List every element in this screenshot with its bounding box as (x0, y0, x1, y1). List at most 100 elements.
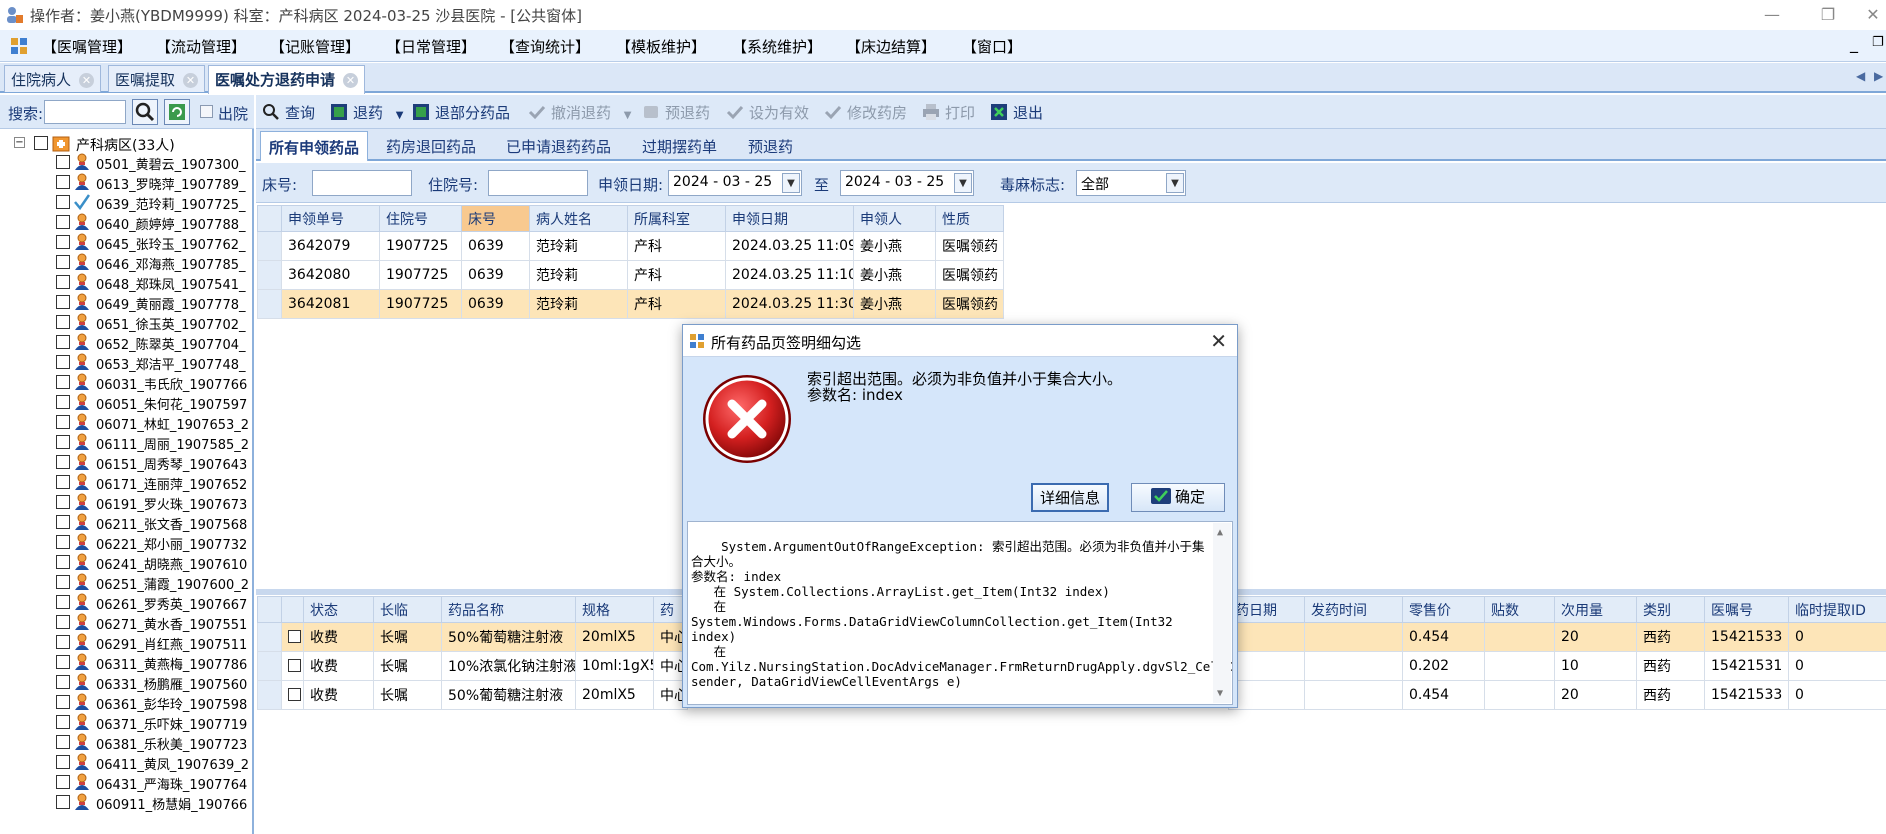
pre-return-button[interactable]: 预退药 (642, 102, 710, 123)
tree-checkbox[interactable] (56, 355, 70, 369)
exception-detail-textbox[interactable]: System.ArgumentOutOfRangeException: 索引超出… (687, 521, 1233, 705)
tree-checkbox[interactable] (34, 136, 48, 150)
table-cell[interactable]: 20mlX5 (575, 680, 654, 710)
table-cell[interactable] (1304, 622, 1403, 652)
patient-tree-item[interactable]: 06411_黄凤_1907639_2 (56, 752, 252, 773)
table-cell[interactable] (1228, 651, 1305, 681)
row-header[interactable] (257, 289, 282, 319)
tree-checkbox[interactable] (56, 655, 70, 669)
tab-pre-return[interactable]: 预退药 (740, 131, 801, 161)
table-cell[interactable]: 西药 (1636, 622, 1705, 652)
table-cell[interactable]: 西药 (1636, 680, 1705, 710)
patient-tree-item[interactable]: 06371_乐吓妹_1907719 (56, 712, 252, 733)
patient-tree-item[interactable]: 06071_林虹_1907653_2 (56, 412, 252, 433)
patient-tree-item[interactable]: 06311_黄燕梅_1907786 (56, 652, 252, 673)
ok-button[interactable]: 确定 (1131, 483, 1225, 512)
row-header[interactable] (257, 260, 282, 290)
tab-scroll-right-icon[interactable]: ▶ (1874, 69, 1883, 83)
tree-checkbox[interactable] (56, 195, 70, 209)
patient-tree-item[interactable]: 06361_彭华玲_1907598 (56, 692, 252, 713)
tree-checkbox[interactable] (56, 435, 70, 449)
collapse-icon[interactable]: − (14, 137, 25, 148)
table-cell[interactable]: 0.202 (1402, 651, 1485, 681)
tab-inpatients[interactable]: 住院病人 ✕ (4, 65, 102, 92)
col-dose-count[interactable]: 贴数 (1484, 596, 1555, 623)
mdi-minimize-button[interactable]: _ (1850, 34, 1858, 53)
set-valid-button[interactable]: 设为有效 (726, 102, 809, 123)
col-temp-extract-id[interactable]: 临时提取ID (1788, 596, 1886, 623)
close-window-button[interactable]: ✕ (1860, 3, 1886, 27)
tree-checkbox[interactable] (56, 395, 70, 409)
row-header[interactable] (257, 680, 282, 710)
patient-tree-item[interactable]: 0501_黄碧云_1907300_ (56, 152, 252, 173)
col-long-temp[interactable]: 长临 (373, 596, 442, 623)
table-cell[interactable]: 0639 (461, 231, 530, 261)
patient-tree-item[interactable]: 06211_张文香_1907568 (56, 512, 252, 533)
tree-checkbox[interactable] (56, 315, 70, 329)
tab-applied-return[interactable]: 已申请退药药品 (498, 131, 619, 161)
table-row[interactable]: 3642080 1907725 0639 范玲莉 产科 2024.03.25 11:10 姜… (257, 260, 1004, 290)
table-cell[interactable]: 0 (1788, 622, 1886, 652)
table-row[interactable]: 3642079 1907725 0639 范玲莉 产科 2024.03.25 11:09 姜… (257, 231, 1004, 261)
tree-checkbox[interactable] (56, 575, 70, 589)
table-cell[interactable]: 收费 (303, 622, 374, 652)
table-cell[interactable] (1484, 651, 1555, 681)
table-cell[interactable] (1484, 622, 1555, 652)
col-status[interactable]: 状态 (303, 596, 374, 623)
tree-checkbox[interactable] (56, 275, 70, 289)
table-cell[interactable]: 10%浓氯化钠注射液 (441, 651, 576, 681)
patient-tree-item[interactable]: 0649_黄丽霞_1907778_ (56, 292, 252, 313)
table-cell[interactable]: 产科 (627, 289, 726, 319)
tab-scroll-left-icon[interactable]: ◀ (1856, 69, 1865, 83)
table-cell[interactable] (1228, 622, 1305, 652)
menu-window[interactable]: 【窗口】 (962, 36, 1022, 57)
col-patient-name[interactable]: 病人姓名 (529, 205, 628, 232)
close-icon[interactable]: ✕ (183, 73, 199, 88)
tree-checkbox[interactable] (56, 155, 70, 169)
scroll-down-icon[interactable]: ▼ (1217, 686, 1223, 701)
tree-checkbox[interactable] (56, 455, 70, 469)
table-cell[interactable]: 产科 (627, 260, 726, 290)
table-cell[interactable]: 收费 (303, 651, 374, 681)
patient-tree-item[interactable]: 06221_郑小丽_1907732 (56, 532, 252, 553)
row-select-cell[interactable] (281, 622, 304, 652)
patient-tree-item[interactable]: 06291_肖红燕_1907511 (56, 632, 252, 653)
patient-tree-item[interactable]: 0651_徐玉英_1907702_ (56, 312, 252, 333)
table-cell[interactable]: 2024.03.25 11:30 (725, 289, 854, 319)
table-row[interactable]: 0.202 10 西药 15421531 0 (1228, 651, 1886, 681)
table-cell[interactable]: 长嘱 (373, 680, 442, 710)
patient-tree-item[interactable]: 0645_张玲玉_1907762_ (56, 232, 252, 253)
table-cell[interactable]: 医嘱领药 (935, 260, 1004, 290)
row-header[interactable] (257, 231, 282, 261)
patient-tree-item[interactable]: 0646_邓海燕_1907785_ (56, 252, 252, 273)
date-from-picker[interactable]: 2024 - 03 - 25 ▼ (668, 170, 802, 196)
tab-pharmacy-returned[interactable]: 药房退回药品 (378, 131, 484, 161)
table-cell[interactable]: 范玲莉 (529, 289, 628, 319)
tree-checkbox[interactable] (56, 735, 70, 749)
table-cell[interactable]: 1907725 (379, 260, 462, 290)
table-cell[interactable]: 医嘱领药 (935, 289, 1004, 319)
exit-button[interactable]: 退出 (990, 102, 1043, 123)
detail-scrollbar[interactable]: ▲ ▼ (1213, 523, 1231, 703)
col-order-no[interactable]: 医嘱号 (1704, 596, 1789, 623)
table-cell[interactable]: 15421533 (1704, 622, 1789, 652)
patient-tree-item[interactable]: 0652_陈翠英_1907704_ (56, 332, 252, 353)
print-button[interactable]: 打印 (922, 102, 975, 123)
details-button[interactable]: 详细信息 (1031, 483, 1109, 512)
table-cell[interactable]: 2024.03.25 11:10 (725, 260, 854, 290)
chevron-down-icon[interactable]: ▼ (1166, 173, 1184, 193)
search-button[interactable] (132, 99, 158, 125)
tab-expired-dispensing[interactable]: 过期摆药单 (634, 131, 725, 161)
table-cell[interactable] (1228, 680, 1305, 710)
table-row[interactable]: 收费 长嘱 50%葡萄糖注射液 20mlX5 中心 (257, 680, 688, 710)
query-button[interactable]: 查询 (262, 102, 315, 123)
patient-tree-item[interactable]: 06261_罗秀英_1907667 (56, 592, 252, 613)
table-cell[interactable]: 20 (1554, 680, 1637, 710)
table-cell[interactable]: 范玲莉 (529, 231, 628, 261)
col-requester[interactable]: 申领人 (853, 205, 936, 232)
grid-corner[interactable] (257, 596, 282, 623)
edit-pharmacy-button[interactable]: 修改药房 (824, 102, 907, 123)
scroll-up-icon[interactable]: ▲ (1217, 525, 1223, 540)
close-icon[interactable]: ✕ (343, 73, 359, 88)
row-header[interactable] (257, 622, 282, 652)
